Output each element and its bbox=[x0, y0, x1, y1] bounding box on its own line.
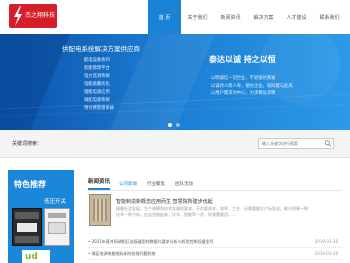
breaker-product-image[interactable] bbox=[12, 208, 42, 246]
banner-service-item: 电能质量优化 bbox=[84, 82, 110, 87]
search-input[interactable] bbox=[259, 139, 323, 148]
featured-products-panel[interactable]: 特色推荐 低压开关 ud bbox=[8, 170, 74, 263]
banner-service-item: 调配电源系统 bbox=[84, 98, 110, 103]
hero-banner[interactable]: 供配电系统解决方案供应商 配电设备系列 智能管理平台 电力监测系统 电能质量优化… bbox=[0, 34, 350, 130]
featured-subtitle: 低压开关 bbox=[44, 199, 67, 205]
banner-service-item: 预付费管理系统 bbox=[84, 106, 115, 111]
tab-team-activities[interactable]: 团队活动 bbox=[175, 181, 193, 190]
banner-subtext-line: 以明诚信一切世业，不退速达真速 bbox=[211, 76, 276, 81]
news-item-date: 2019-03-26 bbox=[314, 251, 338, 256]
nav-about[interactable]: 关于我们 bbox=[181, 0, 214, 34]
featured-news-headline[interactable]: 智能制造新概念应用而生 智慧院所建步伐起 bbox=[116, 198, 213, 205]
brand-logo-text: ud bbox=[25, 252, 38, 262]
banner-decoration bbox=[0, 34, 350, 130]
news-section-title: 新闻资讯 bbox=[88, 177, 111, 190]
carousel-dot-1[interactable] bbox=[168, 123, 172, 127]
nav-contact[interactable]: 联系我们 bbox=[313, 0, 346, 34]
nav-news[interactable]: 新闻资讯 bbox=[214, 0, 247, 34]
tab-company-news[interactable]: 公司新闻 bbox=[119, 181, 137, 190]
lightning-logo-icon bbox=[14, 6, 22, 26]
logo-text: 杰之翔科技 bbox=[25, 12, 56, 19]
main-nav: 首 页 关于我们 新闻资讯 解决方案 人才建设 联系我们 bbox=[148, 0, 346, 34]
featured-news-thumbnail[interactable] bbox=[89, 194, 111, 226]
featured-news[interactable]: 智能制造新概念应用而生 智慧院所建步伐起 随着社会发展，生产规模和技术含量的要求… bbox=[88, 193, 342, 233]
carousel-dots bbox=[168, 123, 180, 127]
banner-subtext: 以明诚信一切世业，不退速达真速 以诚待人修人卑，德达企业，如同能与此风 以用户需… bbox=[211, 75, 293, 98]
carousel-dot-2[interactable] bbox=[176, 123, 180, 127]
keyword-search-label: 关键词搜索： bbox=[12, 141, 43, 147]
search-icon[interactable] bbox=[324, 140, 332, 147]
banner-title: 供配电系统解决方案供应商 bbox=[62, 45, 140, 53]
banner-subtext-line: 以诚待人修人卑，德达企业，如同能与此风 bbox=[211, 83, 293, 89]
featured-title: 特色推荐 bbox=[14, 180, 46, 189]
search-bar: 关键词搜索： bbox=[0, 130, 350, 158]
switch-product-image[interactable] bbox=[44, 208, 70, 246]
news-list-item[interactable]: • 2021年直并网调相压连接器型材数据与要求分析与检验控制设备型号 2019-… bbox=[88, 236, 342, 248]
banner-service-item: 配电设备系列 bbox=[84, 58, 110, 63]
site-logo[interactable]: 杰之翔科技 bbox=[9, 4, 57, 28]
news-list: • 2021年直并网调相压连接器型材数据与要求分析与检验控制设备型号 2019-… bbox=[88, 236, 342, 260]
search-box bbox=[258, 138, 334, 149]
news-item-date: 2019-03-26 bbox=[314, 239, 338, 244]
news-section: 新闻资讯 公司新闻 行业聚焦 团队活动 智能制造新概念应用而生 智慧院所建步伐起… bbox=[88, 170, 342, 263]
banner-slogan: 泰达以诚 持之以恒 bbox=[209, 55, 276, 64]
brand-logo: ud bbox=[22, 250, 50, 263]
banner-service-item: 储能电源应用 bbox=[84, 90, 110, 95]
site-header: 杰之翔科技 首 页 关于我们 新闻资讯 解决方案 人才建设 联系我们 bbox=[0, 0, 350, 34]
banner-service-list: 配电设备系列 智能管理平台 电力监测系统 电能质量优化 储能电源应用 调配电源系… bbox=[84, 57, 114, 113]
nav-talent[interactable]: 人才建设 bbox=[280, 0, 313, 34]
news-tabs: 新闻资讯 公司新闻 行业聚焦 团队活动 bbox=[88, 177, 342, 191]
news-item-title[interactable]: • 2021年直并网调相压连接器型材数据与要求分析与检验控制设备型号 bbox=[88, 239, 214, 245]
featured-desc-line: 技术一种方向，在这里做起来，技术，智能等一步，你我需要迎…… bbox=[116, 212, 236, 217]
tab-industry-focus[interactable]: 行业聚焦 bbox=[147, 181, 165, 190]
nav-solutions[interactable]: 解决方案 bbox=[247, 0, 280, 34]
banner-subtext-line: 以用户需求为中心，力求精益求精 bbox=[211, 91, 276, 96]
banner-service-item: 电力监测系统 bbox=[84, 74, 110, 79]
news-list-item[interactable]: • 城区电源电能指标如何处理问题检修 2019-03-26 bbox=[88, 248, 342, 260]
news-item-title[interactable]: • 城区电源电能指标如何处理问题检修 bbox=[88, 251, 156, 257]
nav-home[interactable]: 首 页 bbox=[148, 0, 181, 34]
banner-service-item: 智能管理平台 bbox=[84, 66, 110, 71]
featured-news-description: 随着社会发展，生产规模和技术含量的要求，不仅要成本、效率、工艺、还需要能生产标准… bbox=[116, 206, 338, 218]
